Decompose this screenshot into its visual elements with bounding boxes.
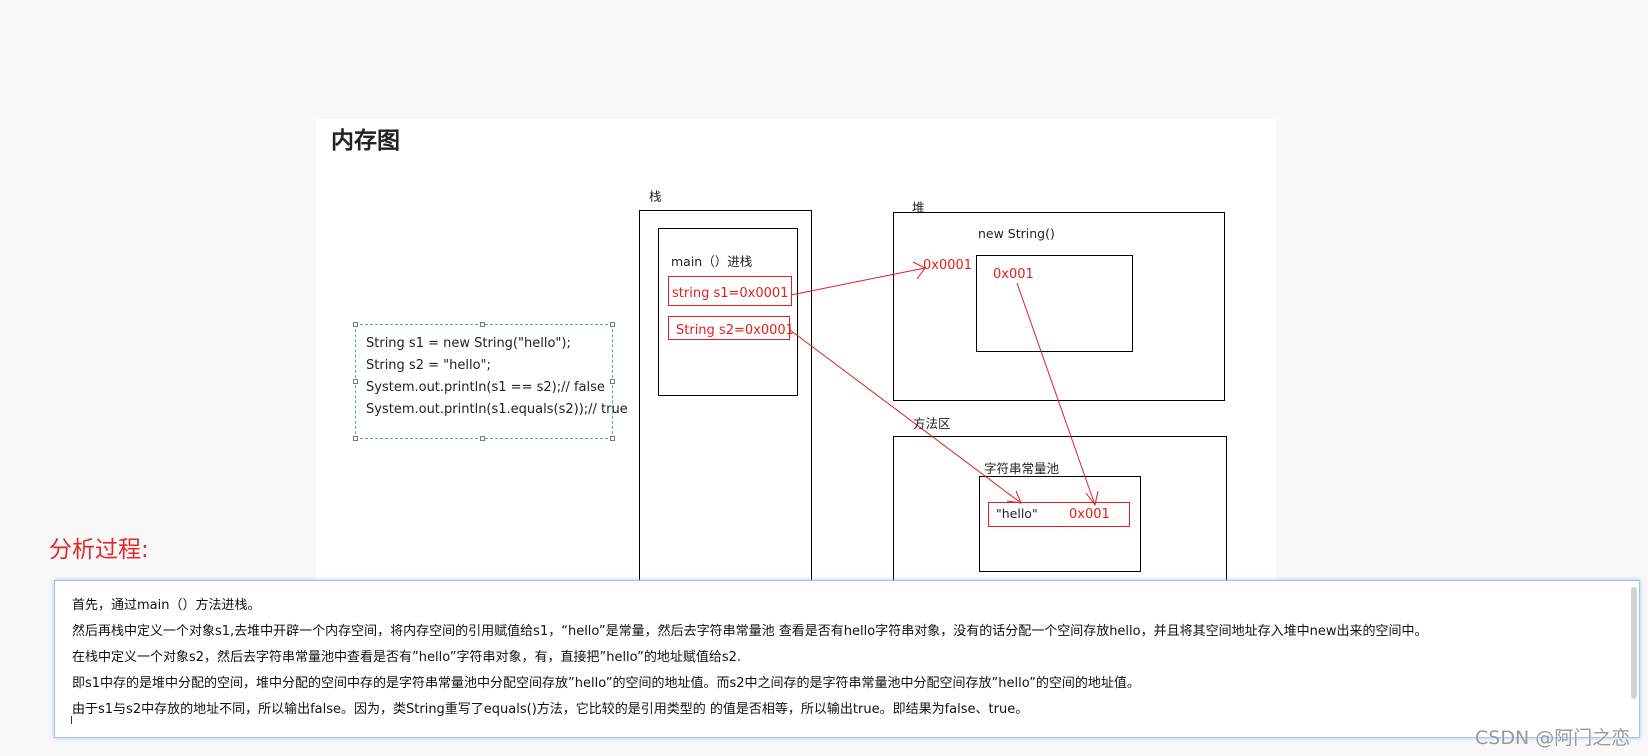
resize-handle[interactable] <box>480 322 485 327</box>
watermark: CSDN @阿门之恋 <box>1475 727 1631 749</box>
s1-variable-label: string s1=0x0001 <box>672 286 789 301</box>
heap-address-label: 0x0001 <box>923 258 973 273</box>
s2-variable-label: String s2=0x0001 <box>676 323 794 338</box>
analysis-text-panel[interactable]: 首先，通过main（）方法进栈。 然后再栈中定义一个对象s1,去堆中开辟一个内存… <box>54 580 1640 738</box>
string-pool-box <box>979 476 1141 572</box>
resize-handle[interactable] <box>610 436 615 441</box>
heap-label: 堆 <box>912 200 925 215</box>
stack-label: 栈 <box>649 189 662 204</box>
code-line: String s1 = new String("hello"); <box>366 336 571 351</box>
scrollbar[interactable] <box>1631 587 1637 699</box>
resize-handle[interactable] <box>610 379 615 384</box>
s2-to-pool-arrow <box>789 329 1022 504</box>
analysis-paragraph: 由于s1与s2中存放的地址不同，所以输出false。因为，类String重写了e… <box>72 702 1029 717</box>
resize-handle[interactable] <box>610 322 615 327</box>
string-pool-label: 字符串常量池 <box>984 461 1060 476</box>
pool-address: 0x001 <box>1069 507 1110 522</box>
heap-object-label: new String() <box>978 226 1055 241</box>
analysis-paragraph: 首先，通过main（）方法进栈。 <box>72 598 261 613</box>
analysis-title: 分析过程: <box>49 537 149 563</box>
main-frame-label: main（）进栈 <box>671 254 753 269</box>
method-area-box <box>893 436 1227 580</box>
resize-handle[interactable] <box>480 436 485 441</box>
pool-value: "hello" <box>996 506 1038 521</box>
resize-handle[interactable] <box>353 436 358 441</box>
heap-box <box>893 212 1225 401</box>
heap-inner-value: 0x001 <box>993 267 1034 282</box>
method-area-label: 方法区 <box>913 416 951 431</box>
resize-handle[interactable] <box>353 322 358 327</box>
code-line: String s2 = "hello"; <box>366 358 491 373</box>
analysis-paragraph: 然后再栈中定义一个对象s1,去堆中开辟一个内存空间，将内存空间的引用赋值给s1，… <box>72 624 1428 639</box>
code-line: System.out.println(s1 == s2);// false <box>366 380 605 395</box>
analysis-paragraph: 即s1中存的是堆中分配的空间，堆中分配的空间中存的是字符串常量池中分配空间存放”… <box>72 676 1140 691</box>
text-caret <box>71 716 72 724</box>
analysis-paragraph: 在栈中定义一个对象s2，然后去字符串常量池中查看是否有”hello”字符串对象，… <box>72 650 742 665</box>
resize-handle[interactable] <box>353 379 358 384</box>
code-snippet-box[interactable]: String s1 = new String("hello"); String … <box>353 322 628 441</box>
code-line: System.out.println(s1.equals(s2));// tru… <box>366 402 628 417</box>
